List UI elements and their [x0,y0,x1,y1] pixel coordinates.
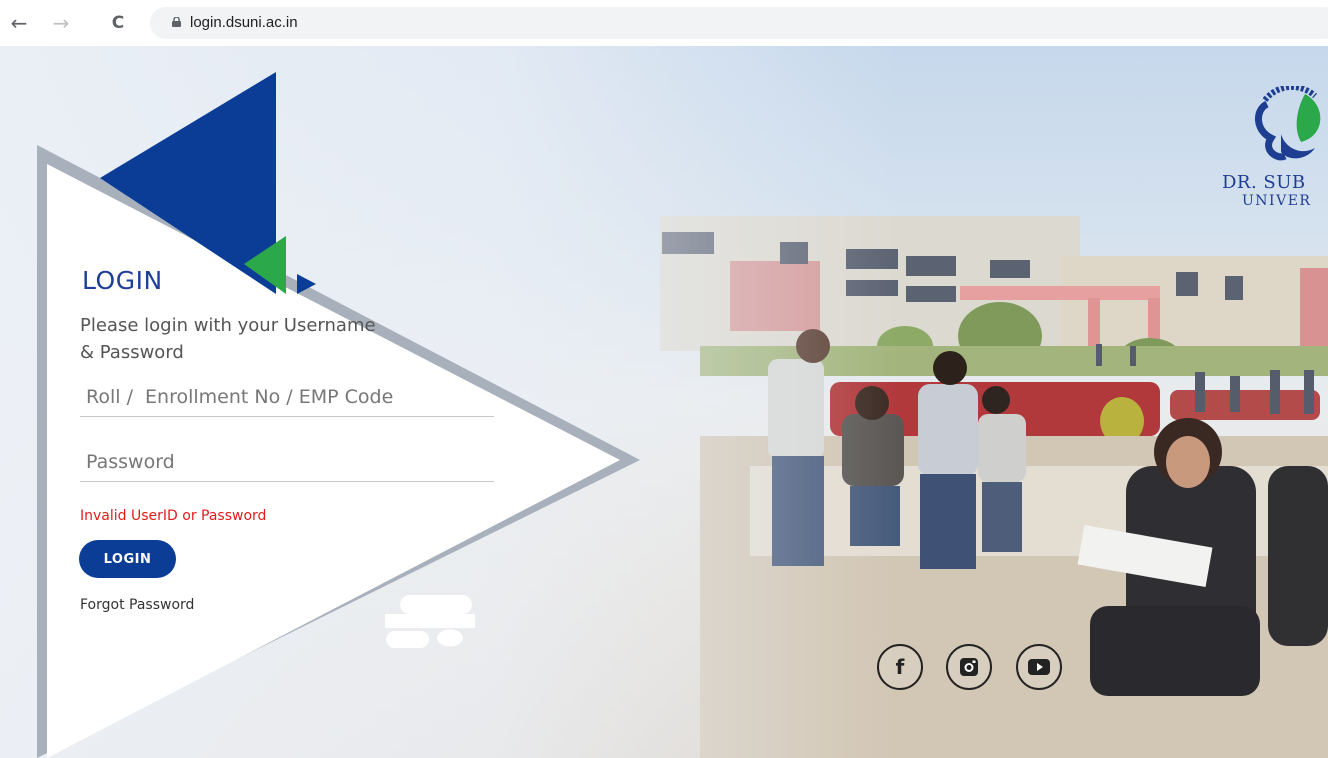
instagram-icon [960,658,978,676]
youtube-button[interactable] [1016,644,1062,690]
university-logo-icon [1255,86,1321,161]
password-input[interactable] [80,447,494,482]
login-button[interactable]: LOGIN [79,540,176,578]
reload-icon[interactable]: C [106,11,130,35]
error-message: Invalid UserID or Password [80,508,267,524]
university-logo-text: DR. SUB UNIVER [1222,174,1311,210]
facebook-button[interactable]: f [877,644,923,690]
login-page: LOGIN Please login with your Username & … [0,46,1328,758]
url-text: login.dsuni.ac.in [190,14,298,31]
forgot-password-link[interactable]: Forgot Password [80,597,194,613]
logo-line-2: UNIVER [1242,193,1312,209]
back-arrow-icon[interactable]: ← [7,11,31,35]
instagram-button[interactable] [946,644,992,690]
login-title: LOGIN [82,266,163,295]
username-input[interactable] [80,382,494,417]
facebook-icon: f [895,655,905,679]
forward-arrow-icon[interactable]: → [49,11,73,35]
login-subtitle: Please login with your Username & Passwo… [80,315,376,363]
logo-line-1: DR. SUB [1222,172,1306,193]
browser-toolbar: ← → C login.dsuni.ac.in [0,0,1328,46]
lock-icon [172,17,181,27]
address-bar[interactable]: login.dsuni.ac.in [150,7,1328,39]
youtube-icon [1028,659,1050,675]
